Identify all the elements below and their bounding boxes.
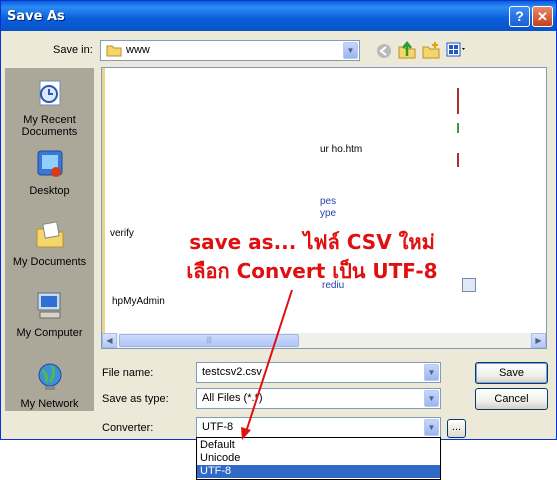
annotation-arrow bbox=[241, 289, 293, 440]
